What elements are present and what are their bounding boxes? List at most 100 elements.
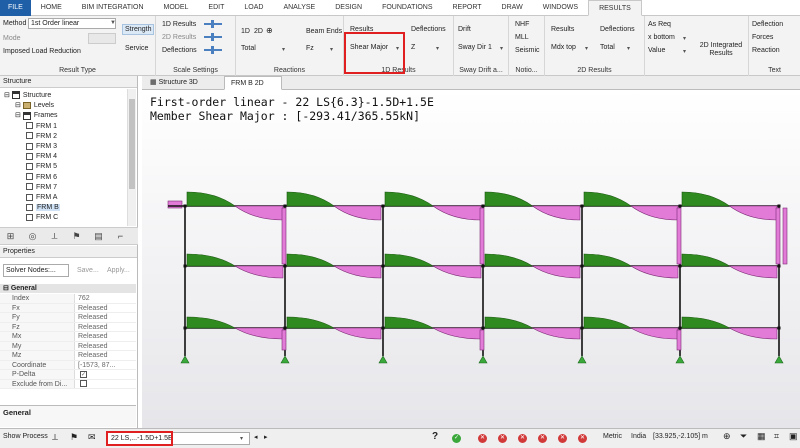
reaction-text-button[interactable]: Reaction: [752, 47, 780, 54]
deflection-text-button[interactable]: Deflection: [752, 21, 783, 28]
forces-text-button[interactable]: Forces: [752, 34, 773, 41]
tab-design[interactable]: DESIGN: [325, 0, 372, 16]
deflections-2d-button[interactable]: Deflections: [600, 26, 635, 33]
show-process-label[interactable]: Show Process: [3, 433, 48, 440]
error-icon[interactable]: ✕: [538, 434, 547, 443]
property-row[interactable]: P-Delta ✓: [0, 370, 136, 380]
mll-button[interactable]: MLL: [515, 34, 529, 41]
reactions-fz[interactable]: Fz: [306, 45, 314, 52]
service-button[interactable]: Service: [125, 45, 148, 52]
tab-frm-b-2d[interactable]: FRM B 2D: [224, 76, 282, 90]
x-bottom-select[interactable]: x bottom: [648, 34, 675, 41]
tree-item[interactable]: FRM 6: [26, 173, 57, 183]
mode-select[interactable]: [88, 33, 116, 44]
property-row[interactable]: Fz Released: [0, 322, 136, 332]
mdx-top-select[interactable]: Mdx top: [551, 44, 576, 51]
tree-item[interactable]: FRM B: [26, 203, 60, 213]
load-icon[interactable]: ⟂: [52, 432, 58, 443]
help-icon[interactable]: ?: [432, 431, 438, 442]
error-icon[interactable]: ✕: [578, 434, 587, 443]
tree-item[interactable]: FRM 2: [26, 132, 57, 142]
frame-diagram[interactable]: [142, 90, 800, 428]
report-icon[interactable]: ▤: [92, 230, 105, 243]
general-section-header[interactable]: ⊟ General: [0, 284, 136, 293]
expander-icon[interactable]: ⊟: [15, 112, 23, 119]
tree-item[interactable]: ⊟ Structure: [4, 91, 51, 101]
as-req-button[interactable]: As Req: [648, 21, 671, 28]
tree-item[interactable]: FRM 5: [26, 162, 57, 172]
grid-icon[interactable]: ▦: [757, 431, 766, 442]
deflections-button[interactable]: Deflections: [411, 26, 446, 33]
expander-icon[interactable]: ⊟: [4, 92, 12, 99]
tab-structure-3d[interactable]: ▦ Structure 3D: [144, 76, 204, 90]
property-row[interactable]: Exclude from Di...: [0, 379, 136, 389]
crosshair-icon[interactable]: ⊕: [723, 431, 731, 442]
error-icon[interactable]: ✕: [518, 434, 527, 443]
property-row[interactable]: Index 762: [0, 294, 136, 304]
tab-draw[interactable]: DRAW: [492, 0, 533, 16]
tab-edit[interactable]: EDIT: [198, 0, 234, 16]
tree-item[interactable]: FRM 7: [26, 183, 57, 193]
property-row[interactable]: My Released: [0, 341, 136, 351]
tree-item[interactable]: ⊟ Levels: [15, 101, 54, 111]
checkbox[interactable]: [80, 379, 87, 387]
property-row[interactable]: Fy Released: [0, 313, 136, 323]
tab-bim-integration[interactable]: BIM INTEGRATION: [72, 0, 154, 16]
save-button[interactable]: Save...: [77, 267, 99, 274]
tree-item[interactable]: FRM 4: [26, 152, 57, 162]
error-icon[interactable]: ✕: [558, 434, 567, 443]
beam-ends[interactable]: Beam Ends: [306, 28, 342, 35]
next-combination-button[interactable]: ▸: [264, 433, 268, 441]
reactions-icon[interactable]: ⊕: [266, 26, 273, 35]
tab-results[interactable]: RESULTS: [588, 0, 642, 16]
property-row[interactable]: Fx Released: [0, 303, 136, 313]
tree-scroll-thumb[interactable]: [129, 99, 135, 189]
flag-icon[interactable]: ⚑: [70, 230, 83, 243]
frame-canvas[interactable]: First-order linear - 22 LS{6.3}-1.5D+1.5…: [142, 90, 800, 428]
total-2d-select[interactable]: Total: [600, 44, 615, 51]
deflection-axis-select[interactable]: Z: [411, 44, 415, 51]
property-row[interactable]: Mx Released: [0, 332, 136, 342]
apply-button[interactable]: Apply...: [107, 267, 130, 274]
tab-windows[interactable]: WINDOWS: [533, 0, 588, 16]
tab-load[interactable]: LOAD: [234, 0, 273, 16]
scale-2d-results[interactable]: 2D Results: [162, 34, 196, 41]
ok-status-icon[interactable]: ✓: [452, 434, 461, 443]
strength-button[interactable]: Strength: [122, 24, 155, 35]
tree-item[interactable]: ⊟ Frames: [15, 111, 58, 121]
imposed-load-reduction[interactable]: Imposed Load Reduction: [3, 48, 81, 55]
seismic-button[interactable]: Seismic: [515, 47, 540, 54]
property-row[interactable]: Coordinate [-1573, 87...: [0, 360, 136, 370]
tab-report[interactable]: REPORT: [443, 0, 492, 16]
reactions-1d[interactable]: 1D: [241, 28, 250, 35]
scale-deflections[interactable]: Deflections: [162, 47, 197, 54]
expander-icon[interactable]: ⊟: [15, 102, 23, 109]
tree-item[interactable]: FRM 3: [26, 142, 57, 152]
property-row[interactable]: Mz Released: [0, 351, 136, 361]
region[interactable]: India: [631, 433, 646, 440]
tab-analyse[interactable]: ANALYSE: [273, 0, 325, 16]
value-select[interactable]: Value: [648, 47, 665, 54]
frame-view-icon[interactable]: ⊞: [4, 230, 17, 243]
drift-button[interactable]: Drift: [458, 26, 471, 33]
load-icon[interactable]: ⟂: [48, 230, 61, 243]
globe-icon[interactable]: ◎: [26, 230, 39, 243]
scale-2d-slider[interactable]: [204, 33, 222, 41]
tree-item[interactable]: FRM 1: [26, 122, 57, 132]
axis-icon[interactable]: ⌐: [114, 230, 127, 243]
error-icon[interactable]: ✕: [498, 434, 507, 443]
2d-integrated-results-button[interactable]: 2D Integrated Results: [697, 42, 745, 58]
tab-home[interactable]: HOME: [31, 0, 72, 16]
tab-foundations[interactable]: FOUNDATIONS: [372, 0, 442, 16]
settings-icon[interactable]: ▣: [789, 431, 798, 442]
scale-1d-slider[interactable]: [204, 20, 222, 28]
tree-item[interactable]: FRM A: [26, 193, 57, 203]
method-select[interactable]: 1st Order linear: [28, 18, 116, 29]
tree-item[interactable]: FRM C: [26, 213, 58, 223]
load-case-icon[interactable]: ⚑: [70, 432, 78, 443]
mail-icon[interactable]: ✉: [88, 432, 96, 443]
reactions-total[interactable]: Total: [241, 45, 256, 52]
nhf-button[interactable]: NHF: [515, 21, 529, 28]
scale-deflection-slider[interactable]: [204, 46, 222, 54]
tree-scrollbar[interactable]: [127, 89, 136, 226]
